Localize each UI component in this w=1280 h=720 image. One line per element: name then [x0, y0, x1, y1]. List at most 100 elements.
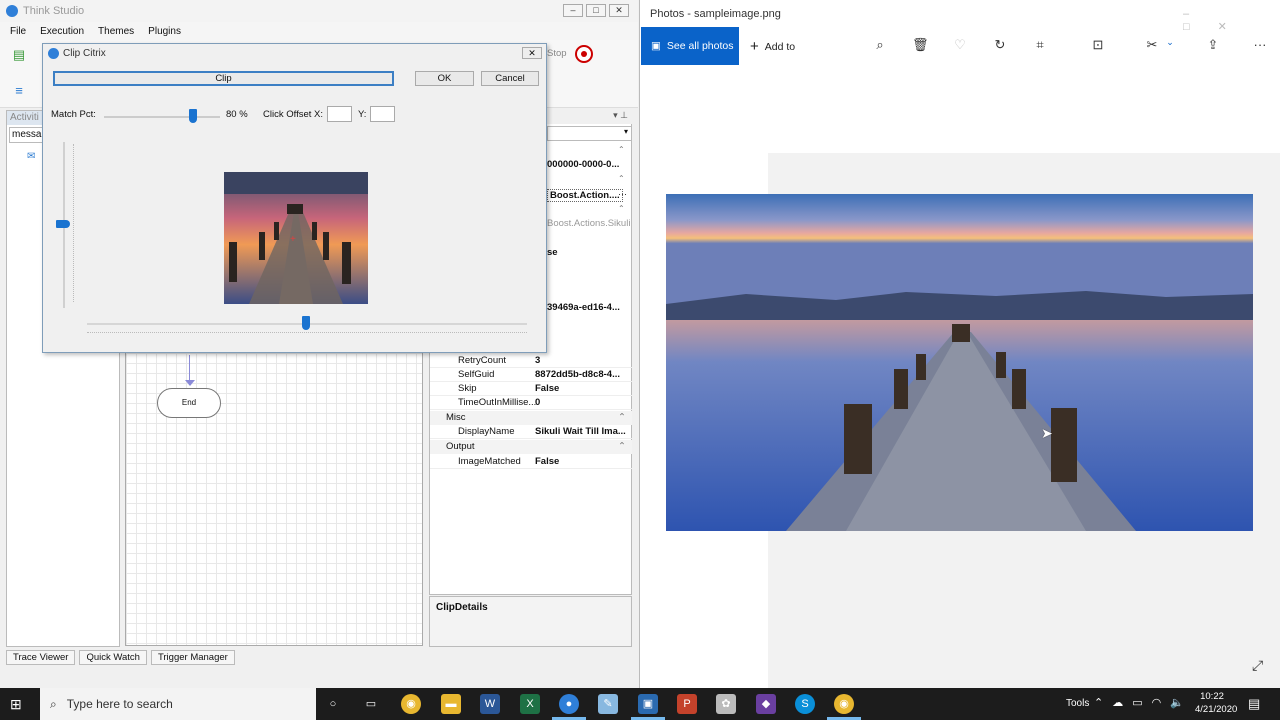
think-studio-icon[interactable]: ●	[559, 694, 579, 714]
wifi-icon[interactable]: ◠	[1152, 696, 1162, 709]
taskbar-search-box[interactable]: ⌕ Type here to search	[40, 688, 316, 720]
prop-row-imagematched[interactable]: ImageMatched False	[430, 455, 632, 469]
search-placeholder: Type here to search	[66, 697, 173, 711]
match-pct-slider[interactable]	[104, 116, 220, 118]
prop-value[interactable]: Boost.Action....	[547, 189, 623, 202]
align-icon[interactable]: ≡	[12, 84, 26, 98]
menu-themes[interactable]: Themes	[98, 26, 134, 37]
collapse-icon[interactable]: ⌃	[618, 174, 625, 183]
chrome-icon[interactable]: ◉	[401, 694, 421, 714]
excel-icon[interactable]: X	[520, 694, 540, 714]
prop-row-displayname[interactable]: DisplayName Sikuli Wait Till Ima...	[430, 425, 632, 439]
share-icon[interactable]: ⇪	[1205, 37, 1221, 53]
prop-val: 8872dd5b-d8c8-4...	[535, 369, 621, 380]
vertical-ruler	[73, 144, 74, 302]
see-all-photos-button[interactable]: ▣ See all photos	[641, 27, 739, 65]
crop-icon[interactable]: ⌗	[1032, 37, 1048, 53]
prop-val: False	[535, 383, 560, 394]
tab-trigger-manager[interactable]: Trigger Manager	[150, 650, 235, 665]
collapse-icon: ⌃	[618, 412, 626, 423]
onedrive-icon[interactable]: ☁	[1112, 696, 1123, 709]
activity-item-icon[interactable]: ✉	[27, 151, 35, 162]
fullscreen-icon[interactable]: ⤢	[1252, 657, 1263, 674]
collapse-icon[interactable]: ⌃	[618, 145, 625, 154]
title-bar: Think Studio – □ ✕	[0, 0, 638, 22]
powerpoint-icon[interactable]: P	[677, 694, 697, 714]
edit-icon[interactable]: ✂	[1144, 37, 1160, 53]
category-output[interactable]: Output ⌃	[430, 440, 632, 454]
collapse-icon: ⌃	[618, 441, 626, 452]
vertical-slider-thumb[interactable]	[56, 220, 70, 228]
clip-citrix-dialog: Clip Citrix ✕ Clip OK Cancel Match Pct: …	[42, 43, 547, 353]
menu-file[interactable]: File	[10, 26, 26, 37]
photos-icon[interactable]: ▣	[638, 694, 658, 714]
tab-trace-viewer[interactable]: Trace Viewer	[6, 650, 76, 665]
clip-button[interactable]: Clip	[53, 71, 394, 86]
mouse-cursor-icon: ➤	[1041, 425, 1053, 441]
photos-window-controls[interactable]: –□✕	[1183, 8, 1280, 33]
horizontal-slider-thumb[interactable]	[302, 316, 310, 330]
notepad-icon[interactable]: ✎	[598, 694, 618, 714]
zoom-icon[interactable]: ⌕	[872, 37, 888, 53]
stop-label[interactable]: Stop	[547, 48, 567, 59]
heart-icon[interactable]: ♡	[952, 37, 968, 53]
app-logo-icon	[48, 47, 59, 59]
offset-x-input[interactable]	[327, 106, 352, 122]
pin-icon[interactable]: ▾ ⊥	[547, 110, 632, 124]
new-file-icon[interactable]: ▤	[12, 48, 26, 62]
chevron-down-icon[interactable]: ⌄	[1162, 37, 1178, 48]
menu-execution[interactable]: Execution	[40, 26, 84, 37]
chrome-icon[interactable]: ◉	[834, 694, 854, 714]
more-icon[interactable]: ···	[1252, 37, 1268, 52]
dialog-close-button[interactable]: ✕	[522, 47, 542, 59]
tools-toolbar-label[interactable]: Tools	[1066, 698, 1089, 709]
prop-value: 000000-0000-0...	[547, 159, 620, 170]
file-explorer-icon[interactable]: ▬	[441, 694, 461, 714]
offset-y-input[interactable]	[370, 106, 395, 122]
add-to-button[interactable]: + Add to	[750, 38, 795, 55]
prop-row-selfguid[interactable]: SelfGuid 8872dd5b-d8c8-4...	[430, 368, 632, 382]
minimize-button[interactable]: –	[563, 4, 583, 17]
cortana-icon[interactable]: ○	[323, 694, 343, 714]
prop-row-skip[interactable]: Skip False	[430, 382, 632, 396]
properties-object-select[interactable]: ▾	[547, 126, 632, 141]
volume-icon[interactable]: 🔈	[1170, 696, 1184, 709]
skype-icon[interactable]: S	[795, 694, 815, 714]
cancel-button[interactable]: Cancel	[481, 71, 539, 86]
task-view-icon[interactable]: ▭	[361, 694, 381, 714]
category-misc[interactable]: Misc ⌃	[430, 411, 632, 425]
tab-quick-watch[interactable]: Quick Watch	[79, 650, 147, 665]
clock-time: 10:22	[1200, 691, 1224, 702]
ok-button[interactable]: OK	[415, 71, 474, 86]
photos-window-title: Photos - sampleimage.png	[650, 8, 781, 20]
ellipsis-button[interactable]: ···	[618, 189, 627, 199]
paint-icon[interactable]: ✿	[716, 694, 736, 714]
window-title: Think Studio	[23, 5, 85, 17]
menu-plugins[interactable]: Plugins	[148, 26, 181, 37]
maximize-button[interactable]: □	[586, 4, 606, 17]
notification-icon[interactable]: ▤	[1248, 696, 1260, 712]
enhance-icon[interactable]: ⊡	[1090, 37, 1106, 53]
prop-val: 3	[535, 355, 541, 366]
rotate-icon[interactable]: ↻	[992, 37, 1008, 53]
clock-date: 4/21/2020	[1195, 704, 1238, 715]
windows-start-icon[interactable]: ⊞	[10, 696, 22, 713]
end-node[interactable]: End	[157, 388, 221, 418]
match-pct-thumb[interactable]	[189, 109, 197, 123]
prop-row-retrycount[interactable]: RetryCount 3	[430, 354, 632, 368]
taskbar-clock[interactable]: 10:22 4/21/2020	[1195, 690, 1238, 716]
close-button[interactable]: ✕	[609, 4, 629, 17]
dialog-title: Clip Citrix	[63, 47, 106, 59]
prop-val: 0	[535, 397, 541, 408]
displayed-photo[interactable]	[666, 194, 1253, 531]
word-icon[interactable]: W	[480, 694, 500, 714]
clip-preview-image[interactable]	[224, 172, 368, 304]
network-icon[interactable]: ▭	[1132, 696, 1142, 709]
click-offset-label: Click Offset	[263, 109, 312, 120]
prop-row-timeout[interactable]: TimeOutInMillise... 0	[430, 396, 632, 410]
chevron-up-icon[interactable]: ⌃	[1094, 696, 1103, 709]
visual-studio-icon[interactable]: ◆	[756, 694, 776, 714]
delete-icon[interactable]: 🗑	[912, 37, 929, 53]
collapse-icon[interactable]: ⌃	[618, 204, 625, 213]
record-icon[interactable]	[575, 45, 593, 63]
